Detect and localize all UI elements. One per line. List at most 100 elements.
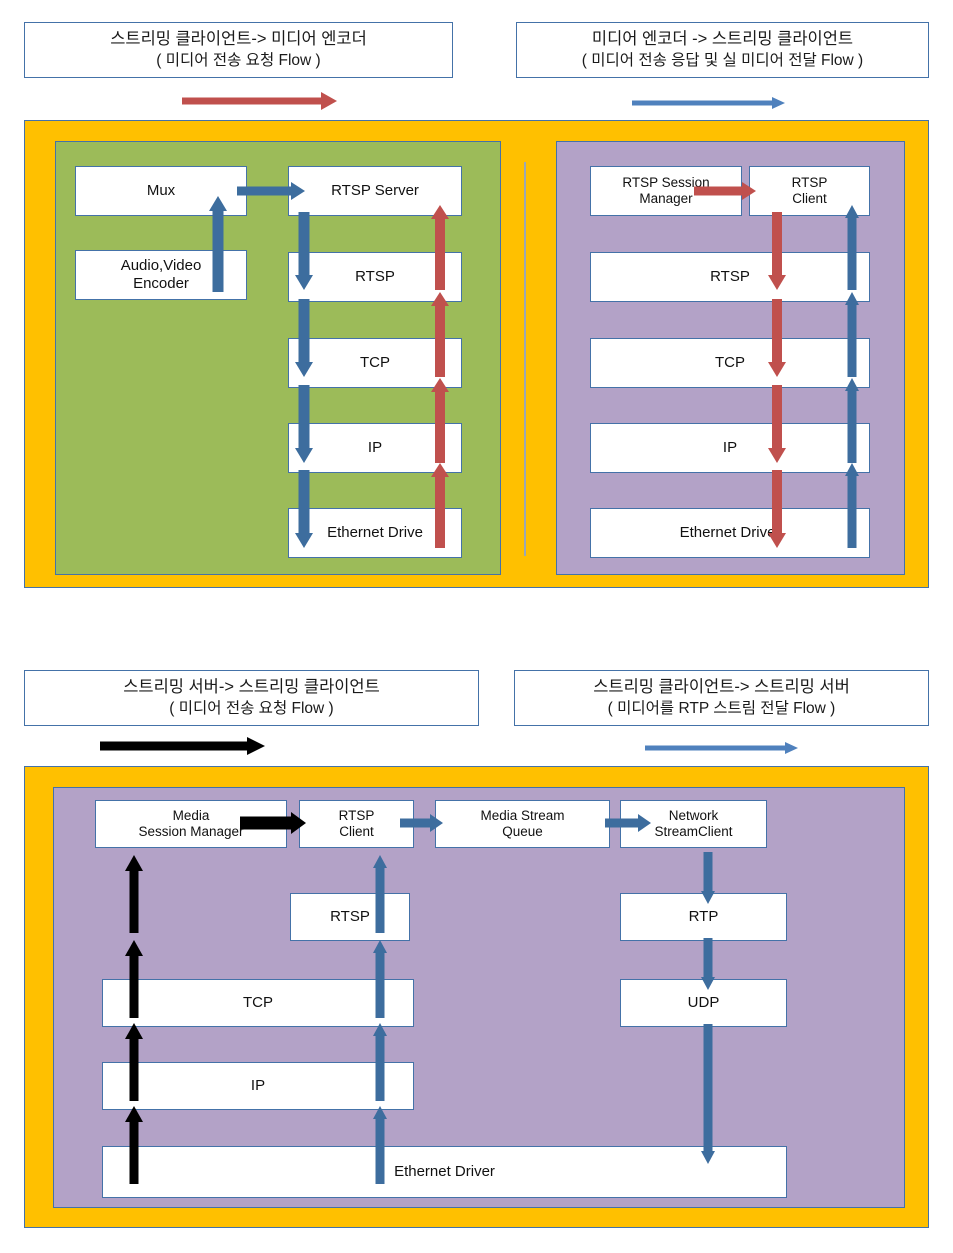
arrow-shaft [703,938,713,978]
node-ip-2[interactable]: IP [102,1062,414,1110]
arrow-shaft [435,217,445,290]
legend-box-4: 스트리밍 클라이언트-> 스트리밍 서버 ( 미디어를 RTP 스트림 전달 F… [514,670,929,726]
arrow-ethernet-up-to-ip-client [844,463,859,548]
node-tcp-2[interactable]: TCP [102,979,414,1027]
arrow-shaft [375,1117,385,1184]
arrow-head [291,182,305,200]
arrow-tcp-down-to-ip [767,385,786,463]
node-ethernet-client[interactable]: Ethernet Driver [590,508,870,558]
arrow-shaft [182,97,325,105]
arrow-head [321,92,337,110]
arrow-shaft [703,1024,713,1152]
arrow-ip-to-ethernet [295,470,313,548]
legend-box-3: 스트리밍 서버-> 스트리밍 클라이언트 ( 미디어 전송 요청 Flow ) [24,670,479,726]
arrow-rtsp-client-to-media-stream-queue [400,812,443,834]
arrow-shaft [298,385,310,449]
arrow-blue-ip-to-tcp [372,1023,388,1101]
arrow-shaft [298,299,310,363]
arrow-shaft [771,212,782,276]
legend-3-line-1: 스트리밍 서버-> 스트리밍 클라이언트 [123,677,380,696]
arrow-black-ethernet-to-ip [124,1023,144,1101]
arrow-head [295,533,313,548]
arrow-black-ip-to-tcp [124,940,144,1018]
node-ip-client[interactable]: IP [590,423,870,473]
arrow-head [638,814,651,832]
arrow-shaft [237,186,292,196]
node-rtsp-client-stack[interactable]: RTSP [590,252,870,302]
arrow-shaft [435,475,445,548]
arrow-shaft [129,954,139,1018]
arrow-blue-tcp-to-rtsp [372,940,388,1018]
arrow-head [247,737,265,755]
arrow-shaft [129,1120,139,1184]
arrow-shaft [771,385,782,449]
arrow-ip-down-to-ethernet [767,470,786,548]
arrow-shaft [847,303,856,377]
arrow-shaft [435,304,445,377]
arrow-shaft [100,741,248,751]
legend-arrow-4-blue [645,737,798,759]
legend-box-2: 미디어 엔코더 -> 스트리밍 클라이언트 ( 미디어 전송 응답 및 실 미디… [516,22,929,78]
node-rtsp-2[interactable]: RTSP [290,893,410,941]
arrow-shaft [435,390,445,463]
legend-2-line-1: 미디어 엔코더 -> 스트리밍 클라이언트 [591,29,854,48]
arrow-shaft [400,818,432,828]
legend-arrow-3-black [100,735,265,757]
arrow-head [295,362,313,377]
arrow-blue-rtsp-to-rtsp-client [372,855,388,933]
panel-divider-line [524,162,526,556]
arrow-head [701,977,715,990]
arrow-shaft [645,745,786,751]
arrow-head [701,891,715,904]
legend-2-line-2: ( 미디어 전송 응답 및 실 미디어 전달 Flow ) [581,51,864,69]
arrow-head [295,275,313,290]
arrow-shaft [632,100,773,106]
arrow-shaft [129,869,139,933]
legend-arrow-1-red [182,90,337,112]
arrow-shaft [298,470,310,534]
arrow-shaft [771,299,782,363]
arrow-tcp-up-to-rtsp [431,292,449,377]
arrow-rtsp-down-to-tcp [767,299,786,377]
arrow-black-session-manager-to-rtsp-client [240,812,306,834]
node-ethernet-driver-2[interactable]: Ethernet Driver [102,1146,787,1198]
arrow-head [701,1151,715,1164]
arrow-encoder-to-mux [209,196,227,292]
arrow-head [291,812,306,834]
arrow-shaft [694,186,742,196]
arrow-head [295,448,313,463]
node-rtsp-client-2[interactable]: RTSP Client [299,800,414,848]
arrow-blue-rtp-to-udp [700,938,716,990]
node-tcp-client[interactable]: TCP [590,338,870,388]
arrow-shaft [129,1037,139,1101]
arrow-head [767,533,786,548]
arrow-client-down-to-rtsp [767,212,786,290]
arrow-shaft [847,474,856,548]
legend-arrow-2-blue [632,92,785,114]
arrow-shaft [771,470,782,534]
legend-1-line-2: ( 미디어 전송 요청 Flow ) [156,51,321,69]
arrow-shaft [212,209,224,292]
arrow-rtsp-up-to-server [431,205,449,290]
arrow-media-stream-queue-to-network-stream-client [605,812,651,834]
arrow-blue-udp-to-ethernet [700,1024,716,1164]
arrow-tcp-up-to-rtsp-client [844,292,859,377]
legend-box-1: 스트리밍 클라이언트-> 미디어 엔코더 ( 미디어 전송 요청 Flow ) [24,22,453,78]
arrow-ip-up-to-tcp [431,378,449,463]
arrow-head [742,182,756,200]
arrow-blue-ethernet-to-ip [372,1106,388,1184]
arrow-head [767,275,786,290]
arrow-black-ethernet-driver-to-ip [124,1106,144,1184]
arrow-head [767,448,786,463]
arrow-tcp-to-ip [295,385,313,463]
arrow-session-manager-to-client [694,180,756,202]
arrow-head [430,814,443,832]
arrow-shaft [375,866,385,933]
arrow-head [772,97,785,109]
arrow-black-tcp-to-session-manager [124,855,144,933]
node-media-stream-queue[interactable]: Media Stream Queue [435,800,610,848]
arrow-shaft [298,212,310,276]
arrow-shaft [375,1034,385,1101]
arrow-rtsp-to-tcp [295,299,313,377]
arrow-shaft [375,951,385,1018]
